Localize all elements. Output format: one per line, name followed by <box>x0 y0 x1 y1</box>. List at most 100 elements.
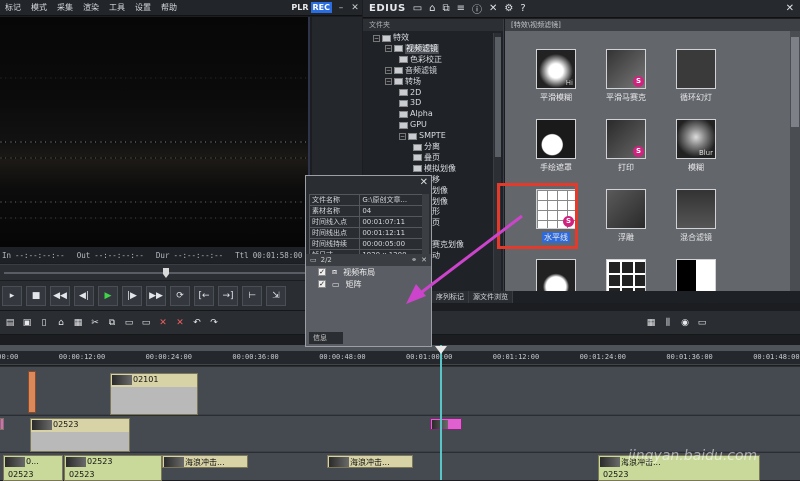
timeline-cursor[interactable] <box>440 345 442 480</box>
menu-icon[interactable]: ▤ <box>5 318 15 328</box>
effects-scrollbar[interactable] <box>790 31 800 291</box>
clip-label: 02101 <box>133 375 159 384</box>
timeline-clip[interactable] <box>430 418 462 430</box>
effect-item[interactable]: 混合滤镜 <box>661 189 731 251</box>
undo-icon[interactable]: ↶ <box>192 318 202 328</box>
ripple-delete-icon[interactable]: ✕ <box>175 318 185 328</box>
overwrite-icon[interactable]: ⇲ <box>266 285 286 306</box>
timeline-clip[interactable]: 02523 02523 <box>64 455 162 481</box>
tree-node[interactable]: − 转场 <box>385 77 421 87</box>
menu-capture[interactable]: 采集 <box>52 2 78 13</box>
cut-icon[interactable]: ✂ <box>90 318 100 328</box>
step-back-icon[interactable]: ◀| <box>74 285 94 306</box>
set-out-icon[interactable]: →] <box>218 285 238 306</box>
help-icon[interactable]: ? <box>520 3 525 14</box>
rewind-icon[interactable]: ◀◀ <box>50 285 70 306</box>
delete-icon[interactable]: ✕ <box>158 318 168 328</box>
checkbox[interactable]: ✓ <box>318 268 326 276</box>
scrubber-knob[interactable] <box>163 268 169 278</box>
close-icon[interactable]: ✕ <box>786 3 794 14</box>
ruler-tick-label: 00:01:00:00 <box>406 353 453 361</box>
play-icon[interactable]: ▶ <box>98 285 118 306</box>
close-icon[interactable]: ✕ <box>350 3 360 13</box>
effect-item[interactable]: S 打印 <box>591 119 661 181</box>
set-in-icon[interactable]: [← <box>194 285 214 306</box>
save-icon[interactable]: ▦ <box>73 318 83 328</box>
info-key: 时间线出点 <box>308 227 361 239</box>
stop-icon[interactable]: ■ <box>26 285 46 306</box>
home-icon[interactable]: ⌂ <box>429 3 435 14</box>
tree-node[interactable]: 2D <box>399 88 421 98</box>
replace-icon[interactable]: ▭ <box>141 318 151 328</box>
timeline-clip[interactable]: 海浪冲击... <box>327 455 413 468</box>
effect-item[interactable]: 循环幻灯 <box>661 49 731 111</box>
minimize-icon[interactable]: – <box>336 3 346 13</box>
tree-node[interactable]: − 音频滤镜 <box>385 66 437 76</box>
layout-icon[interactable]: ▭ <box>697 318 707 328</box>
menu-render[interactable]: 渲染 <box>78 2 104 13</box>
record-icon[interactable]: ◉ <box>680 318 690 328</box>
tree-node[interactable]: 3D <box>399 98 421 108</box>
info-icon[interactable]: ⓘ <box>472 1 482 16</box>
effect-item[interactable]: Blur 模糊 <box>661 119 731 181</box>
scrollbar-thumb[interactable] <box>791 37 799 127</box>
close-icon[interactable]: ✕ <box>420 177 428 188</box>
effect-item[interactable]: S 平滑马赛克 <box>591 49 661 111</box>
timeline-clip[interactable] <box>28 371 36 413</box>
tree-node[interactable]: − 特效 <box>373 33 409 43</box>
paste-icon[interactable]: ▭ <box>124 318 134 328</box>
menu-help[interactable]: 帮助 <box>156 2 182 13</box>
timeline-clip[interactable]: 海浪冲击... <box>162 455 248 468</box>
tree-node[interactable]: − 视频滤镜 <box>385 43 439 54</box>
fast-forward-icon[interactable]: ▶▶ <box>146 285 166 306</box>
step-forward-icon[interactable]: |▶ <box>122 285 142 306</box>
clip-body <box>111 387 197 414</box>
rec-button[interactable]: REC <box>310 2 332 13</box>
copy-icon[interactable]: ⧉ <box>107 318 117 328</box>
tab-info[interactable]: 信息 <box>309 332 343 344</box>
timeline-clip[interactable] <box>0 418 4 430</box>
open-icon[interactable]: ⌂ <box>56 318 66 328</box>
expand-icon[interactable]: − <box>385 45 392 53</box>
loop-icon[interactable]: ⟳ <box>170 285 190 306</box>
list-icon[interactable]: ≡ <box>457 3 465 14</box>
plr-button[interactable]: PLR <box>289 3 310 12</box>
tree-node[interactable]: Alpha <box>399 109 433 119</box>
new-sequence-icon[interactable]: ▣ <box>22 318 32 328</box>
delete-icon[interactable]: ✕ <box>489 3 497 14</box>
tree-node[interactable]: 色彩校正 <box>399 55 442 65</box>
folder-icon <box>399 110 408 118</box>
mixer-icon[interactable]: ⫼ <box>663 318 673 328</box>
menu-arrow-icon[interactable]: ▸ <box>2 285 22 306</box>
expand-icon[interactable]: − <box>385 67 392 75</box>
tree-node[interactable]: − SMPTE <box>399 131 446 141</box>
tree-node[interactable]: 叠页 <box>413 153 440 163</box>
menu-tools[interactable]: 工具 <box>104 2 130 13</box>
expand-icon[interactable]: − <box>373 34 380 42</box>
checkbox[interactable]: ✓ <box>318 280 326 288</box>
redo-icon[interactable]: ↷ <box>209 318 219 328</box>
timeline-clip[interactable]: 02523 <box>30 418 130 452</box>
tree-node[interactable]: GPU <box>399 120 427 130</box>
menu-settings[interactable]: 设置 <box>130 2 156 13</box>
insert-icon[interactable]: ⊢ <box>242 285 262 306</box>
tree-node[interactable]: 分离 <box>413 142 440 152</box>
settings-icon[interactable]: ⚙ <box>504 3 513 14</box>
timeline-clip[interactable]: 02101 <box>110 373 198 415</box>
view-icon[interactable]: ⧉ <box>443 3 450 14</box>
effect-item[interactable]: 手绘遮罩 <box>521 119 591 181</box>
scrollbar-thumb[interactable] <box>495 37 501 157</box>
tree-node[interactable]: 模拟划像 <box>413 164 456 174</box>
effect-item[interactable]: Hi 平滑模糊 <box>521 49 591 111</box>
menu-mode[interactable]: 模式 <box>26 2 52 13</box>
effect-item[interactable]: 浮雕 <box>591 189 661 251</box>
expand-icon[interactable]: − <box>385 78 392 86</box>
folder-icon[interactable]: ▭ <box>413 3 422 14</box>
expand-icon[interactable]: − <box>399 132 406 140</box>
clip-thumbnail <box>32 420 52 430</box>
timeline-clip[interactable]: 0... 02523 <box>3 455 63 481</box>
timeline-ruler[interactable]: 00:00:00:00 00:00:12:00 00:00:24:00 00:00:3… <box>0 345 800 365</box>
grid-icon[interactable]: ▦ <box>646 318 656 328</box>
new-file-icon[interactable]: ▯ <box>39 318 49 328</box>
menu-marker[interactable]: 标记 <box>0 2 26 13</box>
